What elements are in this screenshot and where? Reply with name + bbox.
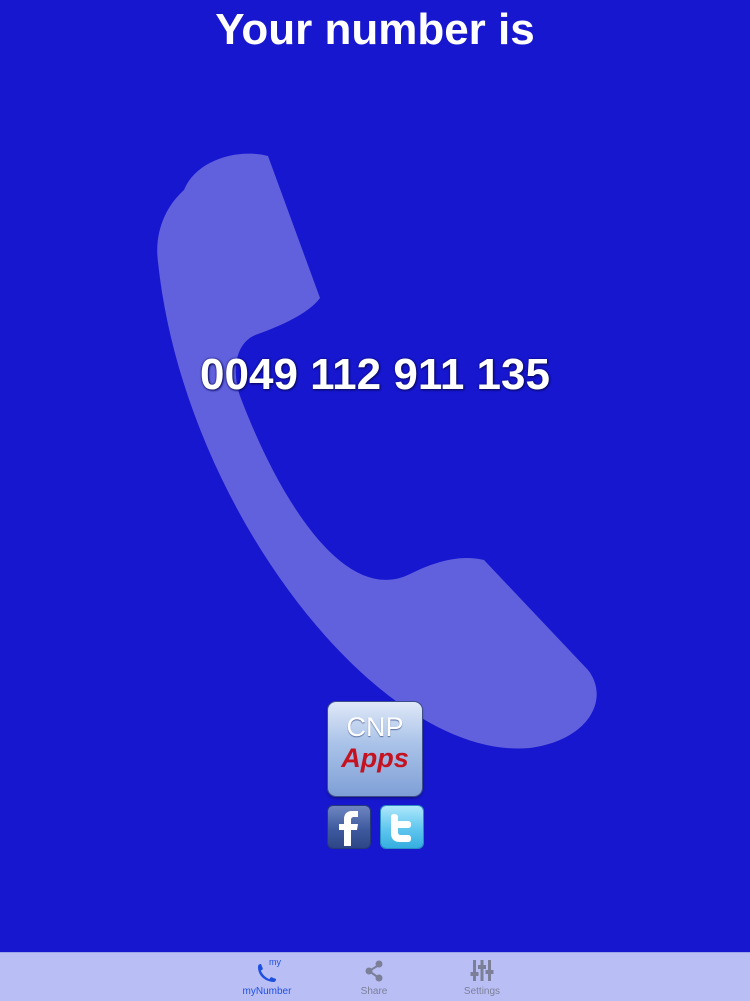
share-icon (365, 960, 383, 982)
tab-settings-label: Settings (463, 986, 501, 997)
tab-bar: my myNumber Share Settings (0, 952, 750, 1001)
logo-line-cnp: CNP (346, 712, 404, 742)
phone-icon: my (258, 957, 281, 982)
page-title: Your number is (215, 5, 535, 54)
tab-mynumber[interactable]: my myNumber (222, 953, 312, 1001)
main-screen: Your number is 0049 112 911 135 CNP Apps (0, 0, 750, 952)
tab-share-label: Share (360, 986, 388, 997)
tab-mynumber-badge: my (269, 957, 281, 967)
logo-line-apps: Apps (341, 743, 409, 773)
twitter-icon (391, 814, 411, 842)
tab-mynumber-label: myNumber (242, 986, 292, 997)
phone-handset-icon (157, 153, 597, 749)
tab-share[interactable]: Share (329, 953, 419, 1001)
cnp-apps-logo[interactable]: CNP Apps (328, 702, 422, 796)
tab-settings[interactable]: Settings (437, 953, 527, 1001)
phone-number[interactable]: 0049 112 911 135 (0, 346, 750, 404)
facebook-icon (339, 811, 358, 846)
sliders-icon (470, 960, 494, 981)
facebook-button[interactable] (328, 806, 370, 848)
twitter-button[interactable] (381, 806, 423, 848)
